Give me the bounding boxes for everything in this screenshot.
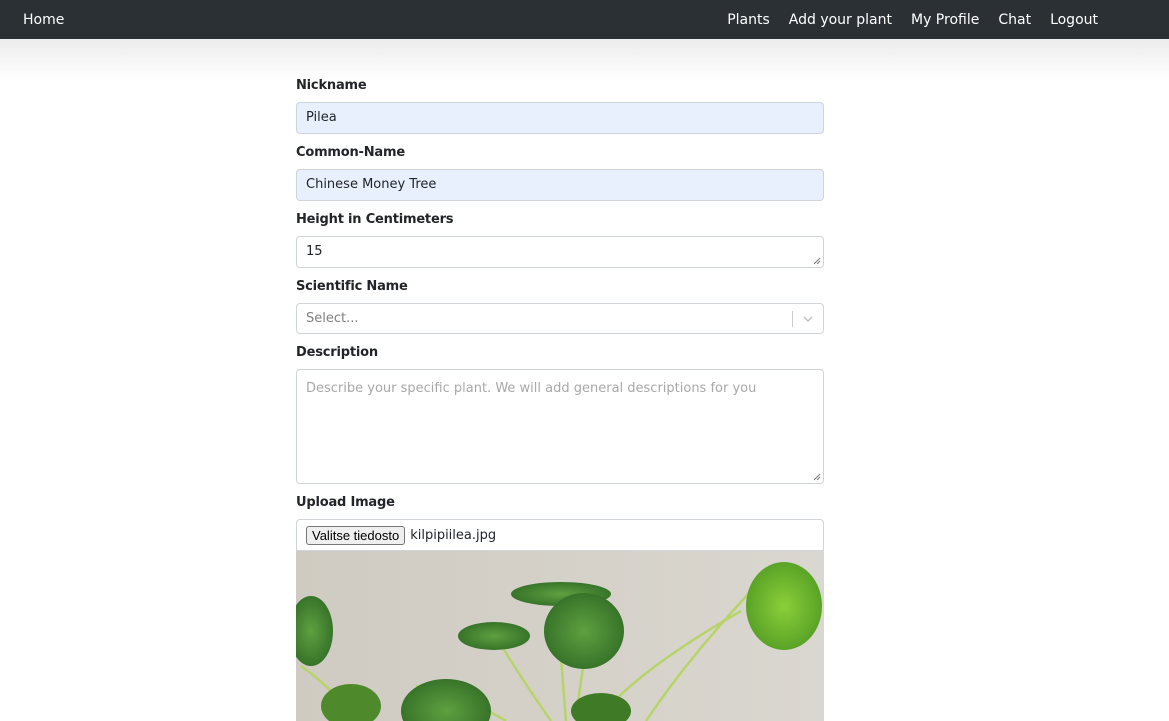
description-placeholder: Describe your specific plant. We will ad… <box>306 381 757 396</box>
nav-logout-link[interactable]: Logout <box>1050 12 1098 28</box>
nav-links: Plants Add your plant My Profile Chat Lo… <box>727 12 1146 28</box>
navbar-shadow <box>0 39 1169 79</box>
description-label: Description <box>296 345 378 360</box>
nav-add-plant-link[interactable]: Add your plant <box>789 12 892 28</box>
upload-image-label: Upload Image <box>296 495 395 510</box>
nav-my-profile-link[interactable]: My Profile <box>911 12 979 28</box>
add-plant-form: Nickname Pilea Common-Name Chinese Money… <box>296 78 824 721</box>
nickname-label: Nickname <box>296 78 367 93</box>
chevron-down-icon[interactable] <box>802 313 814 325</box>
upload-filename: kilpipiilea.jpg <box>410 527 497 543</box>
select-divider <box>792 311 793 327</box>
common-name-input[interactable]: Chinese Money Tree <box>296 169 824 201</box>
resize-handle-icon[interactable] <box>813 473 821 481</box>
plant-photo <box>296 551 824 721</box>
height-value: 15 <box>306 244 323 259</box>
height-label: Height in Centimeters <box>296 212 454 227</box>
height-input[interactable]: 15 <box>296 236 824 268</box>
nav-chat-link[interactable]: Chat <box>998 12 1031 28</box>
common-name-label: Common-Name <box>296 145 405 160</box>
scientific-name-select[interactable]: Select... <box>296 303 824 334</box>
resize-handle-icon[interactable] <box>813 257 821 265</box>
nav-home-link[interactable]: Home <box>23 12 64 28</box>
scientific-name-label: Scientific Name <box>296 279 408 294</box>
description-textarea[interactable]: Describe your specific plant. We will ad… <box>296 369 824 484</box>
nav-plants-link[interactable]: Plants <box>727 12 770 28</box>
scientific-name-placeholder: Select... <box>306 311 359 326</box>
choose-file-button[interactable]: Valitse tiedosto <box>306 525 406 545</box>
navbar: Home Plants Add your plant My Profile Ch… <box>0 0 1169 39</box>
nickname-input[interactable]: Pilea <box>296 102 824 134</box>
upload-image-input[interactable]: Valitse tiedosto kilpipiilea.jpg <box>296 519 824 551</box>
image-preview <box>296 551 824 721</box>
